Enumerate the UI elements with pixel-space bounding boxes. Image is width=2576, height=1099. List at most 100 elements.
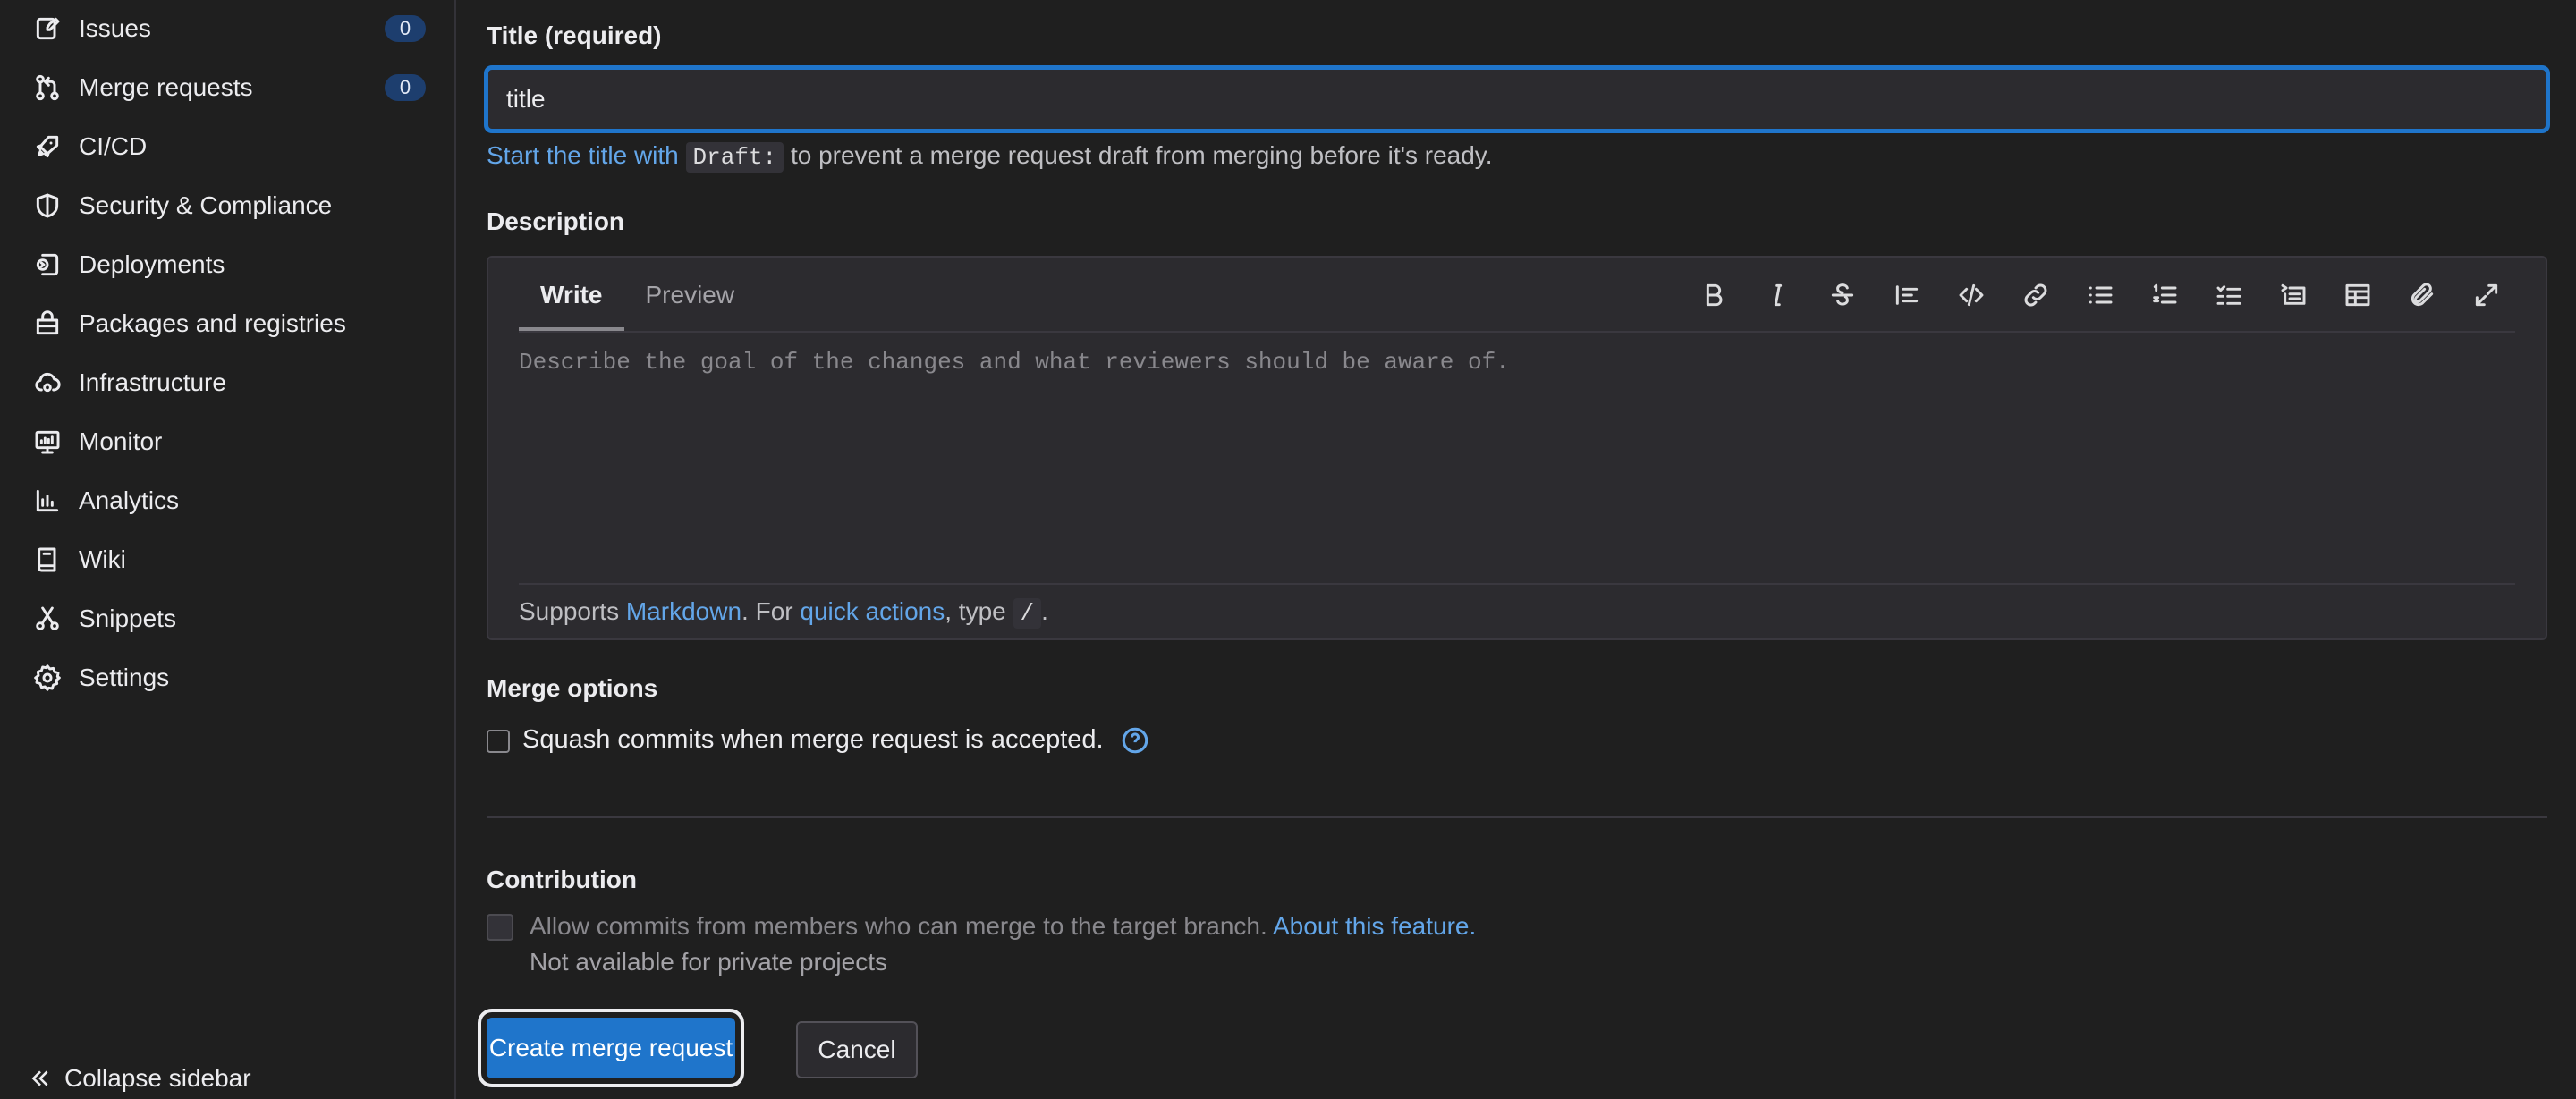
sidebar-item-settings[interactable]: Settings bbox=[32, 653, 426, 703]
sidebar-item-deployments[interactable]: Deployments bbox=[32, 240, 426, 290]
sidebar-item-label: Infrastructure bbox=[79, 368, 226, 396]
squash-label-text: Squash commits when merge request is acc… bbox=[522, 725, 1104, 754]
supports-text: Supports bbox=[519, 597, 620, 625]
sidebar-item-label: Issues bbox=[79, 14, 151, 42]
shield-icon bbox=[32, 190, 63, 221]
sidebar-item-wiki[interactable]: Wiki bbox=[32, 535, 426, 585]
create-merge-request-button[interactable]: Create merge request bbox=[478, 1009, 744, 1087]
not-available-text: Not available for private projects bbox=[530, 948, 887, 976]
editor-toolbar bbox=[1682, 277, 2519, 313]
squash-checkbox[interactable] bbox=[487, 730, 510, 753]
sidebar-item-label: Deployments bbox=[79, 250, 225, 278]
merge-request-icon bbox=[32, 72, 63, 103]
paperclip-icon bbox=[2411, 283, 2434, 307]
allow-commits-text: Allow commits from members who can merge… bbox=[530, 912, 1267, 940]
collapse-sidebar-button[interactable]: Collapse sidebar bbox=[29, 1064, 251, 1093]
description-textarea[interactable] bbox=[519, 349, 2513, 545]
link-button[interactable] bbox=[2004, 277, 2068, 313]
type-text: , type bbox=[945, 597, 1006, 625]
gear-icon bbox=[32, 663, 63, 693]
sidebar-item-packages[interactable]: Packages and registries bbox=[32, 299, 426, 349]
sidebar-item-infrastructure[interactable]: Infrastructure bbox=[32, 358, 426, 408]
package-icon bbox=[32, 309, 63, 339]
sidebar-item-merge-requests[interactable]: Merge requests 0 bbox=[32, 63, 426, 113]
numbered-list-button[interactable] bbox=[2132, 277, 2197, 313]
book-icon bbox=[32, 545, 63, 575]
sidebar-item-label: Packages and registries bbox=[79, 309, 346, 337]
link-icon bbox=[2024, 283, 2047, 307]
rocket-icon bbox=[32, 131, 63, 162]
italic-icon bbox=[1774, 283, 1783, 307]
quote-button[interactable] bbox=[1875, 277, 1939, 313]
draft-hint-link[interactable]: Start the title with bbox=[487, 141, 679, 169]
period-text: . bbox=[1041, 597, 1048, 625]
slash-code: / bbox=[1013, 598, 1042, 629]
collapsible-section-icon bbox=[2281, 283, 2306, 305]
deployments-icon bbox=[32, 249, 63, 280]
sidebar-item-label: Security & Compliance bbox=[79, 191, 333, 219]
quick-actions-link[interactable]: quick actions bbox=[800, 597, 945, 625]
sidebar-item-label: Snippets bbox=[79, 604, 176, 632]
collapsible-section-button[interactable] bbox=[2261, 277, 2326, 313]
strikethrough-button[interactable] bbox=[1810, 277, 1875, 313]
help-icon[interactable] bbox=[1120, 725, 1150, 756]
sidebar-item-security[interactable]: Security & Compliance bbox=[32, 181, 426, 231]
draft-hint-text: to prevent a merge request draft from me… bbox=[790, 141, 1493, 169]
bold-button[interactable] bbox=[1682, 277, 1746, 313]
count-badge: 0 bbox=[385, 15, 426, 42]
fullscreen-button[interactable] bbox=[2454, 277, 2519, 313]
maximize-icon bbox=[2475, 283, 2498, 307]
section-divider bbox=[487, 816, 2547, 818]
description-label: Description bbox=[487, 207, 625, 235]
italic-button[interactable] bbox=[1746, 277, 1810, 313]
chart-icon bbox=[32, 486, 63, 516]
description-editor: Write Preview Describe the goal of the c… bbox=[487, 256, 2547, 640]
sidebar: Issues 0 Merge requests 0 CI/CD Security… bbox=[0, 0, 456, 1099]
allow-commits-label: Allow commits from members who can merge… bbox=[530, 912, 1476, 941]
merge-request-form: Title (required) Start the title with Dr… bbox=[478, 0, 2547, 1099]
collapse-sidebar-label: Collapse sidebar bbox=[64, 1064, 251, 1092]
table-button[interactable] bbox=[2326, 277, 2390, 313]
sidebar-item-label: Wiki bbox=[79, 545, 126, 573]
task-list-icon bbox=[2216, 285, 2241, 305]
bullet-list-button[interactable] bbox=[2068, 277, 2132, 313]
scissors-icon bbox=[32, 604, 63, 634]
for-text: . For bbox=[741, 597, 793, 625]
bold-icon bbox=[1706, 283, 1723, 307]
code-icon bbox=[1959, 283, 1984, 307]
cancel-button[interactable]: Cancel bbox=[796, 1021, 918, 1078]
code-button[interactable] bbox=[1939, 277, 2004, 313]
table-icon bbox=[2345, 283, 2370, 307]
allow-commits-checkbox[interactable] bbox=[487, 914, 513, 941]
sidebar-item-analytics[interactable]: Analytics bbox=[32, 476, 426, 526]
squash-label: Squash commits when merge request is acc… bbox=[522, 725, 1150, 756]
cloud-gear-icon bbox=[32, 368, 63, 398]
numbered-list-icon bbox=[2153, 283, 2177, 304]
title-label: Title (required) bbox=[487, 21, 662, 49]
sidebar-item-label: Monitor bbox=[79, 427, 163, 455]
count-badge: 0 bbox=[385, 74, 426, 101]
attach-file-button[interactable] bbox=[2390, 277, 2454, 313]
tab-write[interactable]: Write bbox=[519, 258, 624, 331]
title-input[interactable] bbox=[487, 68, 2547, 131]
task-list-button[interactable] bbox=[2197, 277, 2261, 313]
sidebar-item-cicd[interactable]: CI/CD bbox=[32, 122, 426, 172]
monitor-icon bbox=[32, 427, 63, 457]
about-feature-link[interactable]: About this feature. bbox=[1273, 912, 1476, 940]
issues-icon bbox=[32, 13, 63, 44]
tab-divider bbox=[519, 331, 2515, 333]
tab-preview[interactable]: Preview bbox=[624, 258, 757, 331]
double-chevron-left-icon bbox=[31, 1070, 48, 1086]
editor-footer-divider bbox=[519, 583, 2515, 585]
markdown-link[interactable]: Markdown bbox=[626, 597, 741, 625]
contribution-label: Contribution bbox=[487, 866, 637, 893]
title-hint: Start the title with Draft: to prevent a… bbox=[487, 141, 1493, 173]
merge-options-label: Merge options bbox=[487, 674, 658, 702]
sidebar-item-monitor[interactable]: Monitor bbox=[32, 417, 426, 467]
sidebar-item-label: Analytics bbox=[79, 486, 180, 514]
draft-code: Draft: bbox=[685, 142, 784, 173]
sidebar-item-issues[interactable]: Issues 0 bbox=[32, 4, 426, 54]
sidebar-item-snippets[interactable]: Snippets bbox=[32, 594, 426, 644]
quote-icon bbox=[1895, 285, 1919, 305]
sidebar-item-label: Merge requests bbox=[79, 73, 253, 101]
